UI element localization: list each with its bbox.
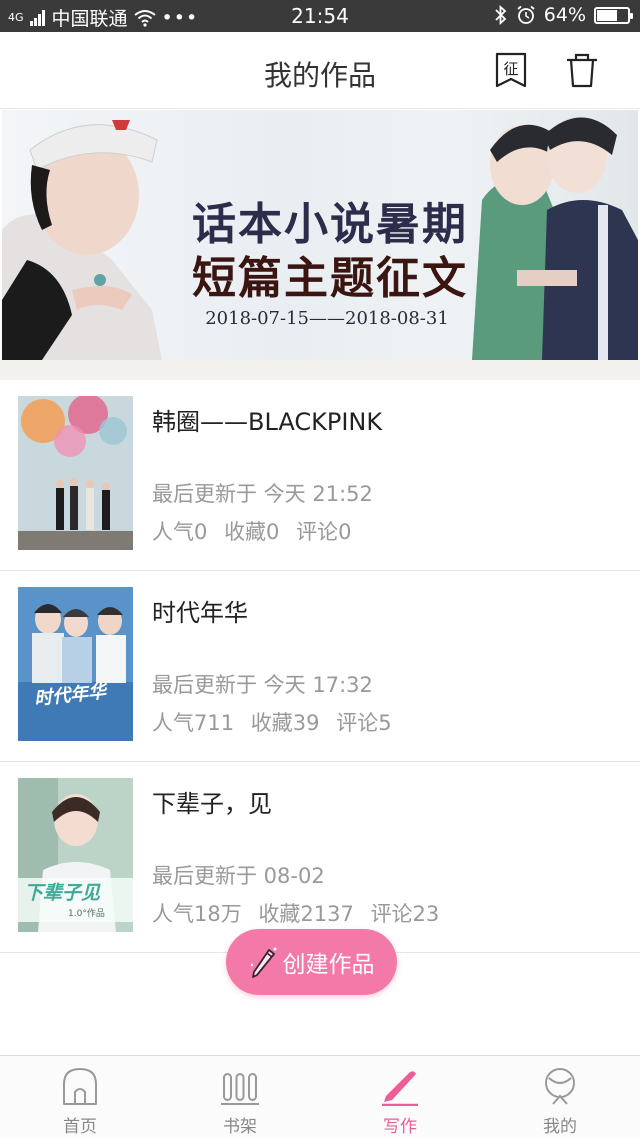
home-icon (63, 1068, 97, 1105)
work-favorites: 收藏2137 (258, 902, 354, 926)
work-comments: 评论5 (336, 711, 392, 735)
create-work-button[interactable]: 创建作品 (226, 929, 397, 995)
work-favorites: 收藏39 (250, 711, 320, 735)
app-header: 我的作品 征 (0, 32, 640, 109)
bottom-nav: 首页 书架 写作 我的 (0, 1055, 640, 1138)
battery-icon (594, 6, 633, 24)
trash-icon (567, 53, 597, 88)
work-stats: 人气0 收藏0 评论0 (152, 516, 352, 546)
work-updated-time: 最后更新于 今天 21:52 (152, 482, 373, 506)
work-item[interactable]: 韩圈——BLACKPINK 最后更新于 今天 21:52 人气0 收藏0 评论0 (0, 380, 640, 571)
banner-dates: 2018-07-15——2018-08-31 (205, 308, 449, 329)
work-title: 时代年华 (152, 599, 248, 627)
work-cover (18, 396, 133, 550)
nav-item-write[interactable]: 写作 (320, 1056, 480, 1138)
nav-label-home: 首页 (63, 1117, 97, 1137)
nav-item-profile[interactable]: 我的 (480, 1056, 640, 1138)
work-stats: 人气711 收藏39 评论5 (152, 707, 392, 737)
work-item[interactable]: 下辈子见 1.0°作品 下辈子，见 最后更新于 08-02 人气18万 收藏21… (0, 762, 640, 953)
work-popularity: 人气18万 (152, 902, 242, 926)
work-popularity: 人气711 (152, 711, 235, 735)
cover-image-blackpink (18, 396, 133, 550)
create-work-label: 创建作品 (282, 952, 375, 978)
banner-title-line2: 短篇主题征文 (192, 253, 468, 304)
cover-title-text: 下辈子见 (24, 882, 101, 904)
work-comments: 评论0 (296, 520, 352, 544)
work-popularity: 人气0 (152, 520, 208, 544)
trash-button[interactable] (565, 52, 599, 88)
nav-label-profile: 我的 (543, 1117, 577, 1137)
contest-flag-icon: 征 (495, 52, 527, 88)
bluetooth-icon (495, 5, 507, 25)
work-title: 韩圈——BLACKPINK (152, 408, 383, 436)
profile-icon (545, 1068, 575, 1105)
alarm-icon (517, 5, 535, 24)
battery-percent: 64% (543, 4, 586, 26)
work-stats: 人气18万 收藏2137 评论23 (152, 898, 439, 928)
contest-button[interactable]: 征 (494, 52, 528, 88)
work-updated-time: 最后更新于 08-02 (152, 864, 325, 888)
work-favorites: 收藏0 (224, 520, 280, 544)
work-item[interactable]: 时代年华 时代年华 最后更新于 今天 17:32 人气711 收藏39 评论5 (0, 571, 640, 762)
nav-item-bookshelf[interactable]: 书架 (160, 1056, 320, 1138)
contest-banner[interactable]: 话本小说暑期 短篇主题征文 2018-07-15——2018-08-31 (2, 110, 638, 360)
contest-icon-char: 征 (503, 60, 518, 78)
page-title: 我的作品 (263, 59, 376, 92)
cover-subtitle-text: 1.0°作品 (68, 909, 105, 919)
work-updated-time: 最后更新于 今天 17:32 (152, 673, 373, 697)
cover-image-shidai (18, 587, 133, 741)
pencil-icon (250, 947, 276, 978)
section-divider (0, 360, 640, 380)
bookshelf-icon (221, 1073, 259, 1105)
status-bar-right: 64% (494, 4, 633, 26)
nav-item-home[interactable]: 首页 (0, 1056, 160, 1138)
nav-label-bookshelf: 书架 (223, 1117, 257, 1137)
work-comments: 评论23 (370, 902, 440, 926)
works-list: 韩圈——BLACKPINK 最后更新于 今天 21:52 人气0 收藏0 评论0 (0, 380, 640, 953)
pencil-icon (382, 1071, 418, 1106)
work-cover: 下辈子见 1.0°作品 (18, 778, 133, 932)
nav-label-write: 写作 (383, 1117, 417, 1137)
status-bar: 4G 中国联通 ••• 21:54 64% (0, 0, 640, 32)
work-cover: 时代年华 (18, 587, 133, 741)
work-title: 下辈子，见 (152, 790, 272, 818)
